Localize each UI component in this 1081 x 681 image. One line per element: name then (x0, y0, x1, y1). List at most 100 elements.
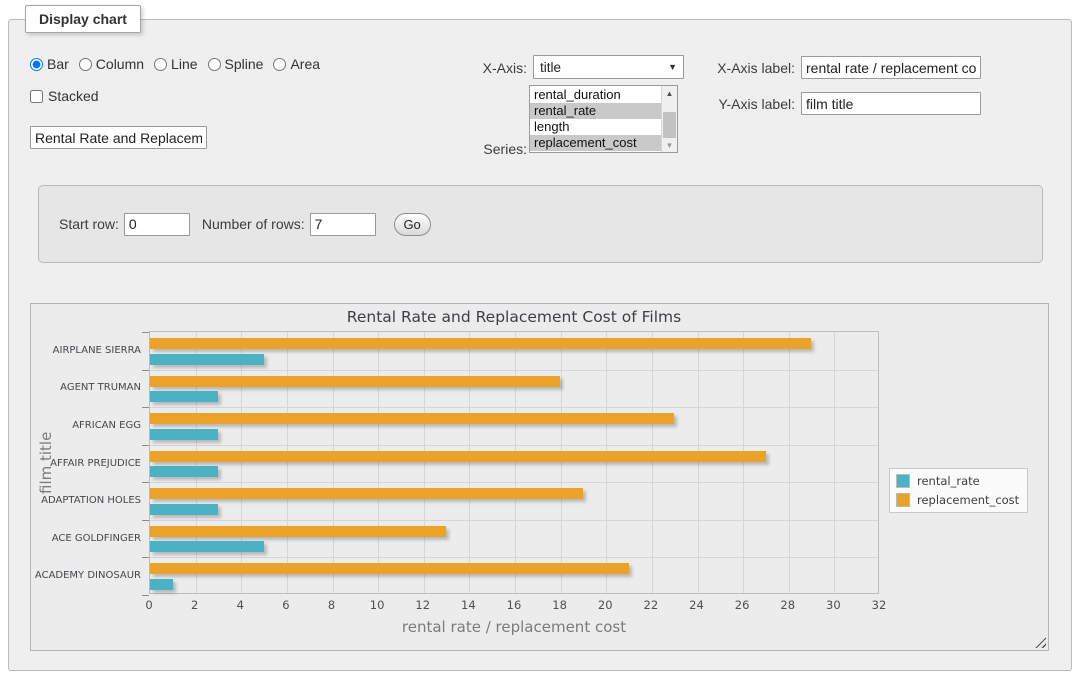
x-tick-label: 4 (237, 598, 244, 612)
scroll-down-icon[interactable]: ▼ (662, 138, 677, 152)
stacked-checkbox[interactable] (30, 90, 43, 103)
chart-type-radio-area[interactable] (273, 58, 286, 71)
stacked-label: Stacked (48, 88, 99, 104)
chart-type-option-bar[interactable]: Bar (30, 56, 69, 72)
x-tick-label: 0 (145, 598, 152, 612)
x-tick-label: 12 (415, 598, 430, 612)
gridline-vertical (469, 332, 470, 593)
gridline-vertical (424, 332, 425, 593)
chart-title: Rental Rate and Replacement Cost of Film… (149, 308, 879, 326)
x-axis-label-input[interactable] (801, 56, 981, 79)
chart-type-group: Bar Column Line Spline Area (30, 56, 320, 72)
gridline-horizontal (150, 557, 878, 558)
start-row-caption: Start row: (59, 216, 119, 232)
num-rows-caption: Number of rows: (202, 216, 305, 232)
chart-title-input[interactable] (30, 126, 207, 149)
resize-grip-icon[interactable] (1035, 637, 1046, 648)
replacement_cost-bar (150, 526, 446, 537)
gridline-horizontal (150, 520, 878, 521)
x-tick-label: 32 (872, 598, 887, 612)
category-label: AGENT TRUMAN (31, 382, 141, 393)
y-axis-label-caption: Y-Axis label: (623, 96, 795, 112)
gridline-vertical (515, 332, 516, 593)
x-tick-label: 28 (780, 598, 795, 612)
num-rows-input[interactable] (310, 213, 376, 236)
y-tick-mark (142, 445, 149, 446)
chart-type-label: Line (171, 56, 197, 72)
gridline-vertical (652, 332, 653, 593)
y-tick-mark (142, 407, 149, 408)
chart-type-radio-bar[interactable] (30, 58, 43, 71)
x-tick-label: 8 (328, 598, 335, 612)
rental_rate-bar (150, 504, 218, 515)
x-tick-label: 2 (191, 598, 198, 612)
x-tick-label: 30 (826, 598, 841, 612)
rental_rate-swatch (896, 474, 910, 488)
chart-type-radio-line[interactable] (154, 58, 167, 71)
replacement_cost-bar (150, 413, 674, 424)
series-caption: Series: (419, 141, 527, 157)
chart-type-option-spline[interactable]: Spline (208, 56, 264, 72)
display-chart-panel: Display chart Bar Column Line Spline Are… (8, 19, 1072, 671)
chart-type-option-area[interactable]: Area (273, 56, 320, 72)
category-label: AIRPLANE SIERRA (31, 345, 141, 356)
rental_rate-bar (150, 541, 264, 552)
gridline-vertical (561, 332, 562, 593)
y-axis-label-input[interactable] (801, 92, 981, 115)
x-tick-label: 6 (282, 598, 289, 612)
replacement_cost-bar (150, 488, 583, 499)
gridline-vertical (606, 332, 607, 593)
stacked-option[interactable]: Stacked (30, 88, 99, 104)
legend-label: rental_rate (917, 474, 980, 488)
gridline-horizontal (150, 482, 878, 483)
category-label: AFRICAN EGG (31, 420, 141, 431)
replacement_cost-bar (150, 338, 811, 349)
series-option-length[interactable]: length (530, 119, 661, 135)
chart-type-radio-spline[interactable] (208, 58, 221, 71)
y-tick-mark (142, 482, 149, 483)
y-tick-mark (142, 595, 149, 596)
x-tick-label: 20 (598, 598, 613, 612)
chart-type-label: Column (96, 56, 144, 72)
replacement_cost-swatch (896, 493, 910, 507)
category-label: ADAPTATION HOLES (31, 495, 141, 506)
go-button[interactable]: Go (394, 213, 431, 236)
x-tick-label: 10 (370, 598, 385, 612)
chart-type-option-column[interactable]: Column (79, 56, 144, 72)
gridline-vertical (196, 332, 197, 593)
x-tick-label: 16 (507, 598, 522, 612)
gridline-vertical (287, 332, 288, 593)
gridline-vertical (743, 332, 744, 593)
legend-label: replacement_cost (917, 493, 1019, 507)
plot-area (149, 331, 879, 594)
replacement_cost-bar (150, 376, 560, 387)
rental_rate-bar (150, 466, 218, 477)
gridline-vertical (241, 332, 242, 593)
gridline-horizontal (150, 407, 878, 408)
start-row-input[interactable] (124, 213, 190, 236)
gridline-vertical (333, 332, 334, 593)
x-tick-label: 26 (735, 598, 750, 612)
scrollbar-thumb[interactable] (663, 112, 676, 140)
series-option-replacement-cost[interactable]: replacement_cost (530, 135, 661, 151)
chart-type-label: Bar (47, 56, 69, 72)
chart-type-radio-column[interactable] (79, 58, 92, 71)
x-axis-label-caption: X-Axis label: (623, 60, 795, 76)
panel-title: Display chart (25, 5, 141, 33)
gridline-horizontal (150, 370, 878, 371)
chart-legend: rental_rate replacement_cost (889, 468, 1028, 513)
x-axis-label: rental rate / replacement cost (149, 618, 879, 636)
gridline-vertical (378, 332, 379, 593)
y-tick-mark (142, 557, 149, 558)
gridline-vertical (698, 332, 699, 593)
legend-item: rental_rate (896, 474, 1019, 488)
rental_rate-bar (150, 429, 218, 440)
x-tick-label: 22 (644, 598, 659, 612)
chart-type-option-line[interactable]: Line (154, 56, 197, 72)
x-tick-label: 18 (552, 598, 567, 612)
category-label: AFFAIR PREJUDICE (31, 458, 141, 469)
x-tick-label: 14 (461, 598, 476, 612)
gridline-vertical (789, 332, 790, 593)
x-tick-label: 24 (689, 598, 704, 612)
row-range-panel: Start row: Number of rows: Go (38, 185, 1043, 263)
